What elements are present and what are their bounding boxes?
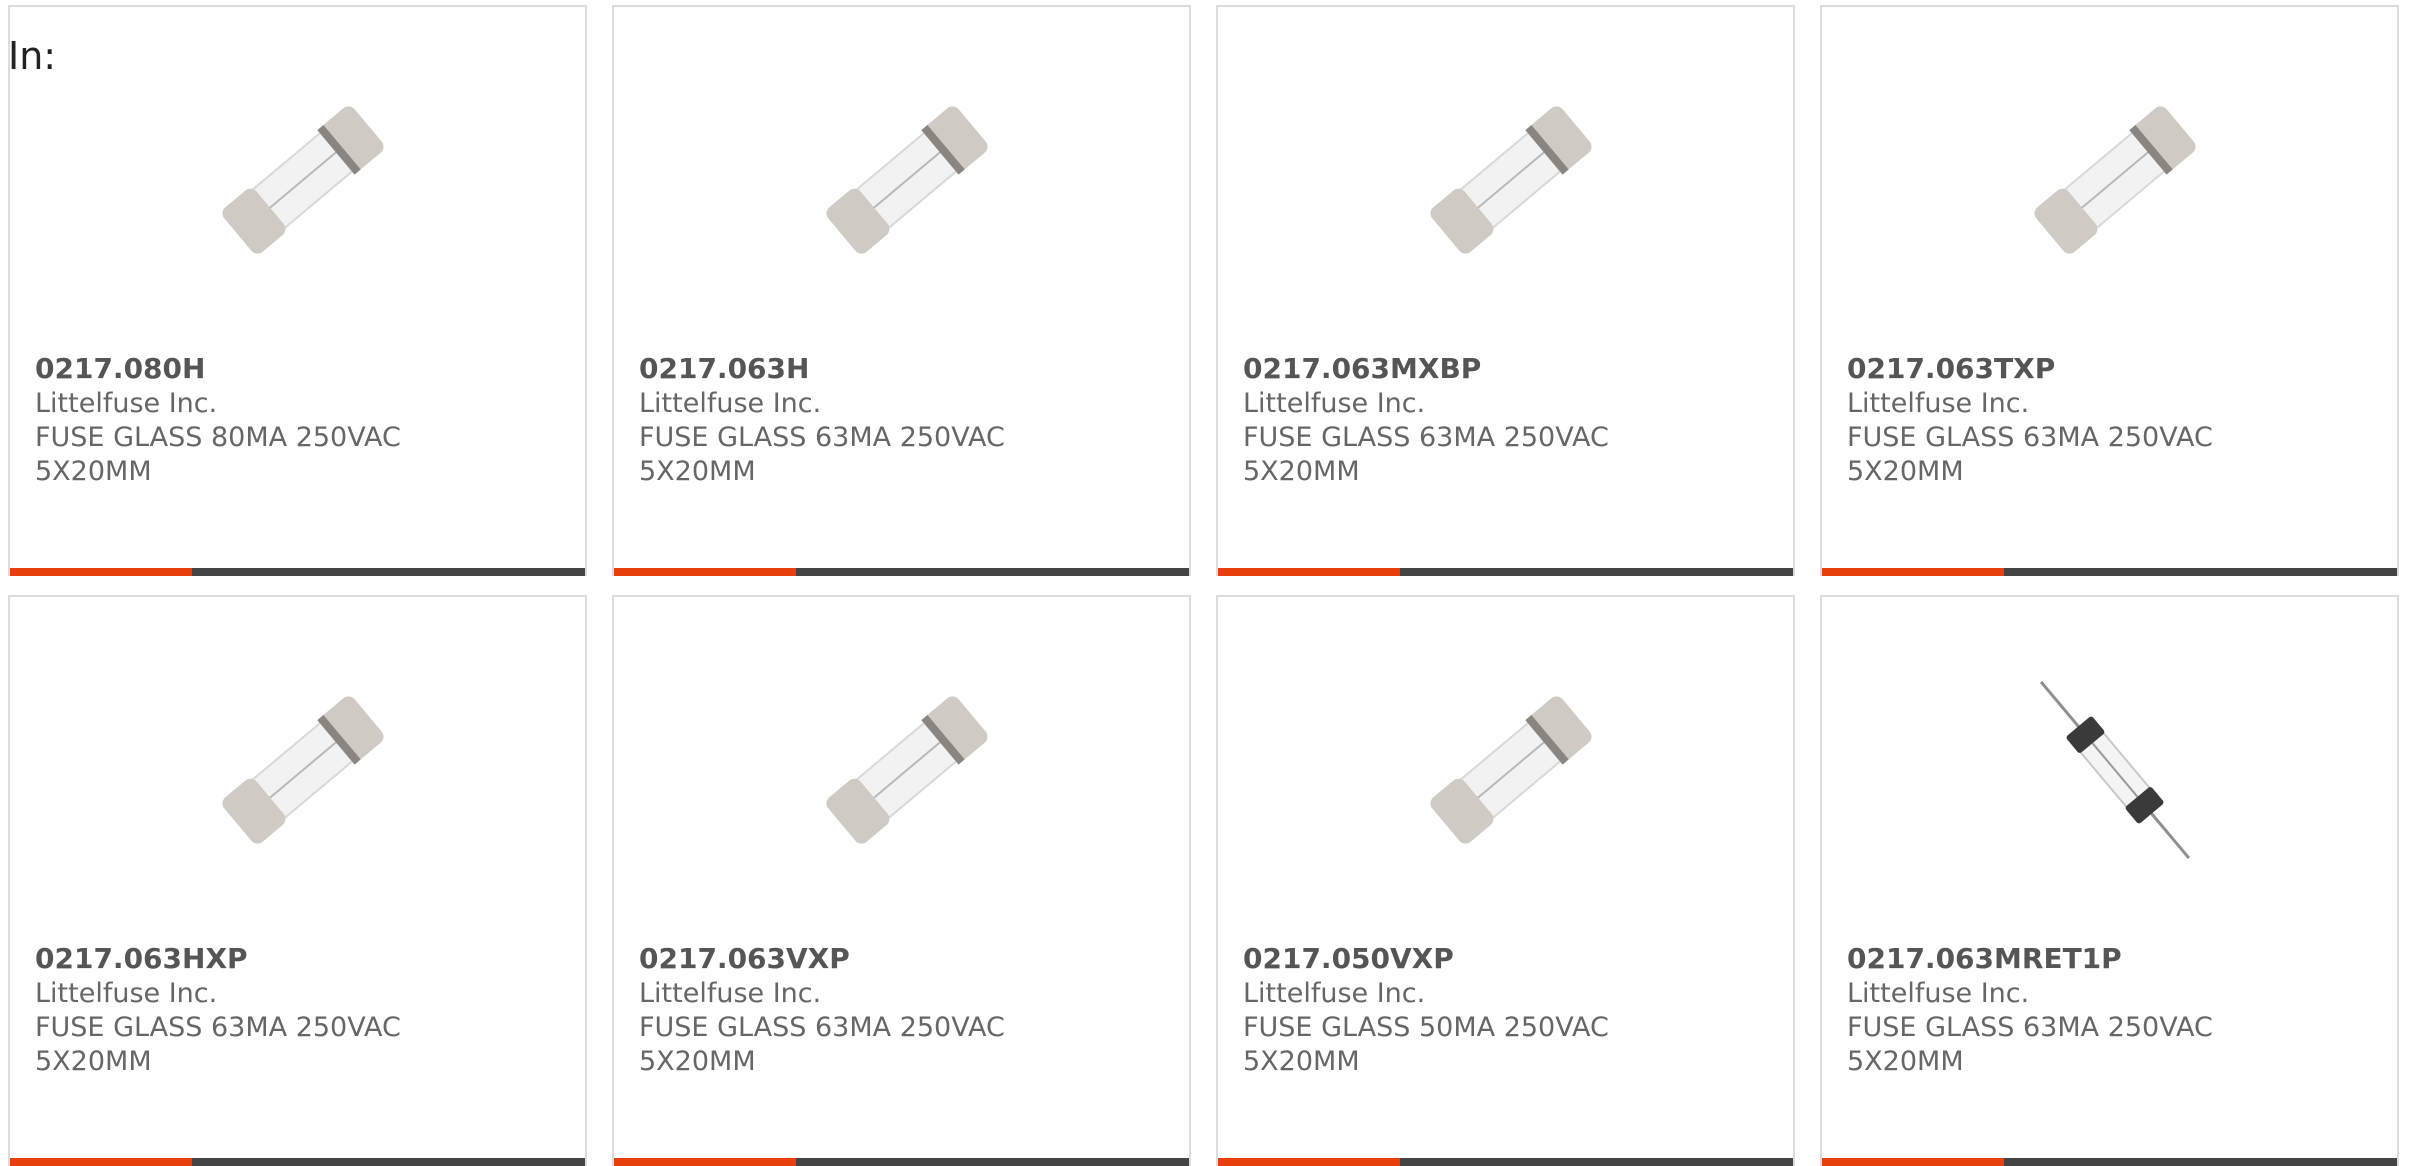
card-footer-bar [614,568,1189,576]
product-image[interactable] [2010,665,2220,875]
product-description: FUSE GLASS 50MA 250VAC 5X20MM [1243,1012,1609,1077]
glass-fuse-icon [2034,106,2196,254]
product-card[interactable]: 0217.050VXP Littelfuse Inc. FUSE GLASS 5… [1216,595,1795,1166]
card-footer-accent [614,1158,796,1166]
part-number-link[interactable]: 0217.063HXP [35,941,248,977]
card-footer-bar [10,1158,585,1166]
card-footer-bar [1822,1158,2397,1166]
card-footer-bar [1822,568,2397,576]
manufacturer-name: Littelfuse Inc. [35,978,218,1009]
product-image[interactable] [2010,75,2220,285]
product-card[interactable]: 0217.063HXP Littelfuse Inc. FUSE GLASS 6… [8,595,587,1166]
manufacturer-name: Littelfuse Inc. [639,388,822,419]
product-description: FUSE GLASS 63MA 250VAC 5X20MM [1847,1012,2213,1077]
manufacturer-name: Littelfuse Inc. [1847,388,2030,419]
product-card[interactable]: 0217.063TXP Littelfuse Inc. FUSE GLASS 6… [1820,5,2399,576]
part-number-link[interactable]: 0217.063MRET1P [1847,941,2122,977]
card-footer-bar [1218,1158,1793,1166]
glass-fuse-icon [826,696,988,844]
product-image[interactable] [198,75,408,285]
card-footer-accent [1822,568,2004,576]
product-card[interactable]: 0217.063MRET1P Littelfuse Inc. FUSE GLAS… [1820,595,2399,1166]
product-image[interactable] [1406,75,1616,285]
card-footer-accent [1822,1158,2004,1166]
product-description: FUSE GLASS 63MA 250VAC 5X20MM [639,1012,1005,1077]
product-card[interactable]: 0217.063H Littelfuse Inc. FUSE GLASS 63M… [612,5,1191,576]
manufacturer-name: Littelfuse Inc. [639,978,822,1009]
part-number-link[interactable]: 0217.063VXP [639,941,850,977]
card-footer-accent [1218,1158,1400,1166]
part-number-link[interactable]: 0217.080H [35,351,205,387]
card-footer-accent [1218,568,1400,576]
axial-fuse-icon [2039,680,2191,860]
card-footer-bar [614,1158,1189,1166]
glass-fuse-icon [222,696,384,844]
product-description: FUSE GLASS 63MA 250VAC 5X20MM [1847,422,2213,487]
product-description: FUSE GLASS 63MA 250VAC 5X20MM [35,1012,401,1077]
glass-fuse-icon [1430,106,1592,254]
product-image[interactable] [802,665,1012,875]
product-description: FUSE GLASS 63MA 250VAC 5X20MM [1243,422,1609,487]
manufacturer-name: Littelfuse Inc. [1243,388,1426,419]
part-number-link[interactable]: 0217.063H [639,351,809,387]
manufacturer-name: Littelfuse Inc. [1847,978,2030,1009]
manufacturer-name: Littelfuse Inc. [1243,978,1426,1009]
manufacturer-name: Littelfuse Inc. [35,388,218,419]
part-number-link[interactable]: 0217.050VXP [1243,941,1454,977]
glass-fuse-icon [222,106,384,254]
part-number-link[interactable]: 0217.063TXP [1847,351,2055,387]
card-footer-accent [10,568,192,576]
glass-fuse-icon [826,106,988,254]
product-card[interactable]: 0217.063MXBP Littelfuse Inc. FUSE GLASS … [1216,5,1795,576]
product-description: FUSE GLASS 63MA 250VAC 5X20MM [639,422,1005,487]
product-image[interactable] [802,75,1012,285]
product-image[interactable] [198,665,408,875]
product-description: FUSE GLASS 80MA 250VAC 5X20MM [35,422,401,487]
card-footer-accent [10,1158,192,1166]
product-card[interactable]: 0217.063VXP Littelfuse Inc. FUSE GLASS 6… [612,595,1191,1166]
part-number-link[interactable]: 0217.063MXBP [1243,351,1481,387]
card-footer-accent [614,568,796,576]
product-image[interactable] [1406,665,1616,875]
card-footer-bar [1218,568,1793,576]
card-footer-bar [10,568,585,576]
search-context-label: In: [8,34,57,78]
glass-fuse-icon [1430,696,1592,844]
product-grid: 0217.080H Littelfuse Inc. FUSE GLASS 80M… [8,5,2399,1166]
product-card[interactable]: 0217.080H Littelfuse Inc. FUSE GLASS 80M… [8,5,587,576]
